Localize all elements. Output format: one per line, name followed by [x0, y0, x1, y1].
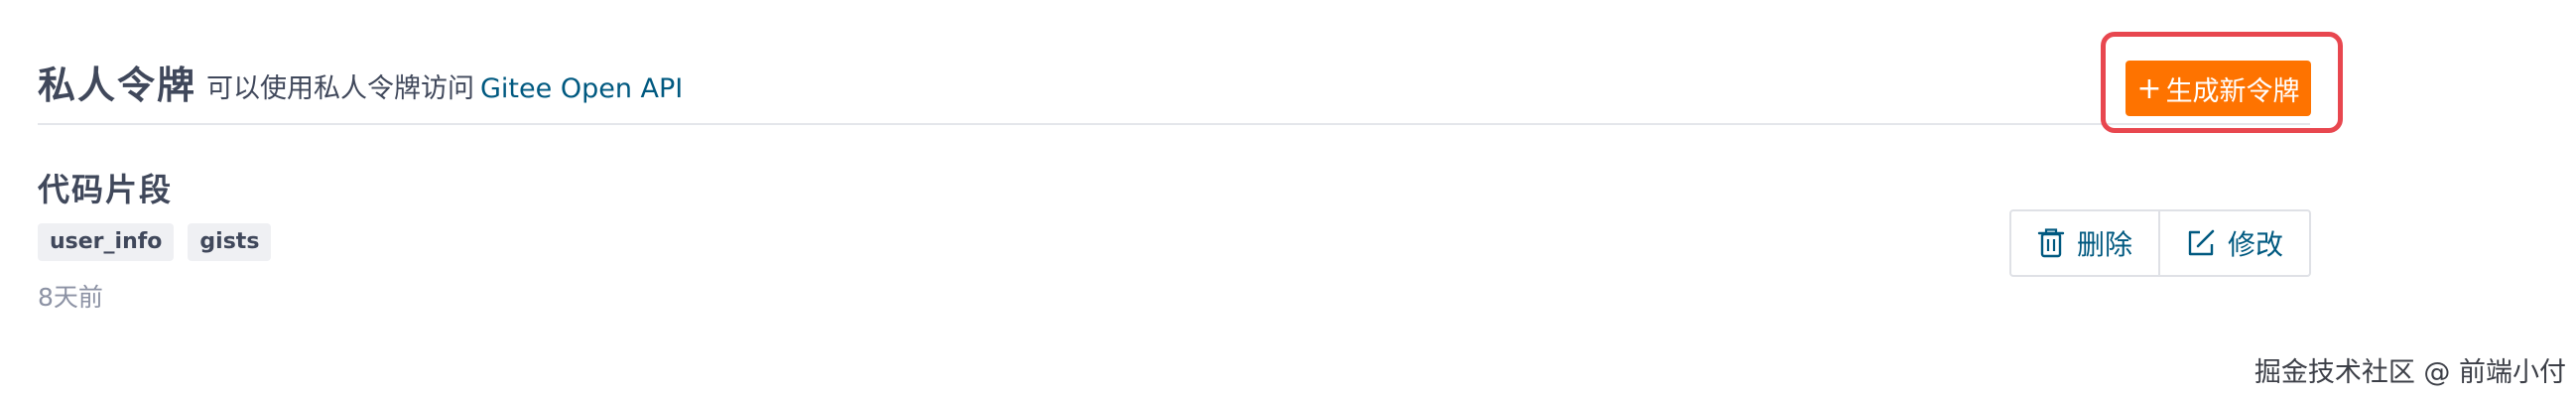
token-name: 代码片段 [38, 171, 174, 208]
delete-token-button[interactable]: 删除 [2011, 211, 2158, 275]
delete-label: 删除 [2077, 228, 2133, 261]
subtitle-text: 可以使用私人令牌访问 [206, 73, 474, 104]
generate-token-label: 生成新令牌 [2165, 75, 2300, 107]
scope-tag: gists [188, 223, 272, 261]
section-header: 私人令牌 可以使用私人令牌访问 Gitee Open API [38, 58, 2310, 125]
private-tokens-page: 私人令牌 可以使用私人令牌访问 Gitee Open API + 生成新令牌 代码… [0, 0, 2576, 399]
edit-token-button[interactable]: 修改 [2158, 211, 2309, 275]
generate-token-button[interactable]: + 生成新令牌 [2125, 61, 2311, 116]
trash-icon [2037, 228, 2065, 258]
token-created-time: 8天前 [38, 283, 103, 312]
scope-tag: user_info [38, 223, 175, 261]
token-actions: 删除 修改 [2009, 209, 2312, 277]
edit-icon [2188, 229, 2215, 256]
edit-label: 修改 [2228, 228, 2284, 261]
plus-icon: + [2136, 70, 2162, 106]
page-subtitle: 可以使用私人令牌访问 Gitee Open API [206, 69, 683, 109]
token-scope-tags: user_info gists [38, 223, 272, 261]
page-title: 私人令牌 [38, 64, 197, 107]
gitee-open-api-link[interactable]: Gitee Open API [480, 73, 683, 104]
watermark: 掘金技术社区 @ 前端小付 [2254, 357, 2566, 388]
